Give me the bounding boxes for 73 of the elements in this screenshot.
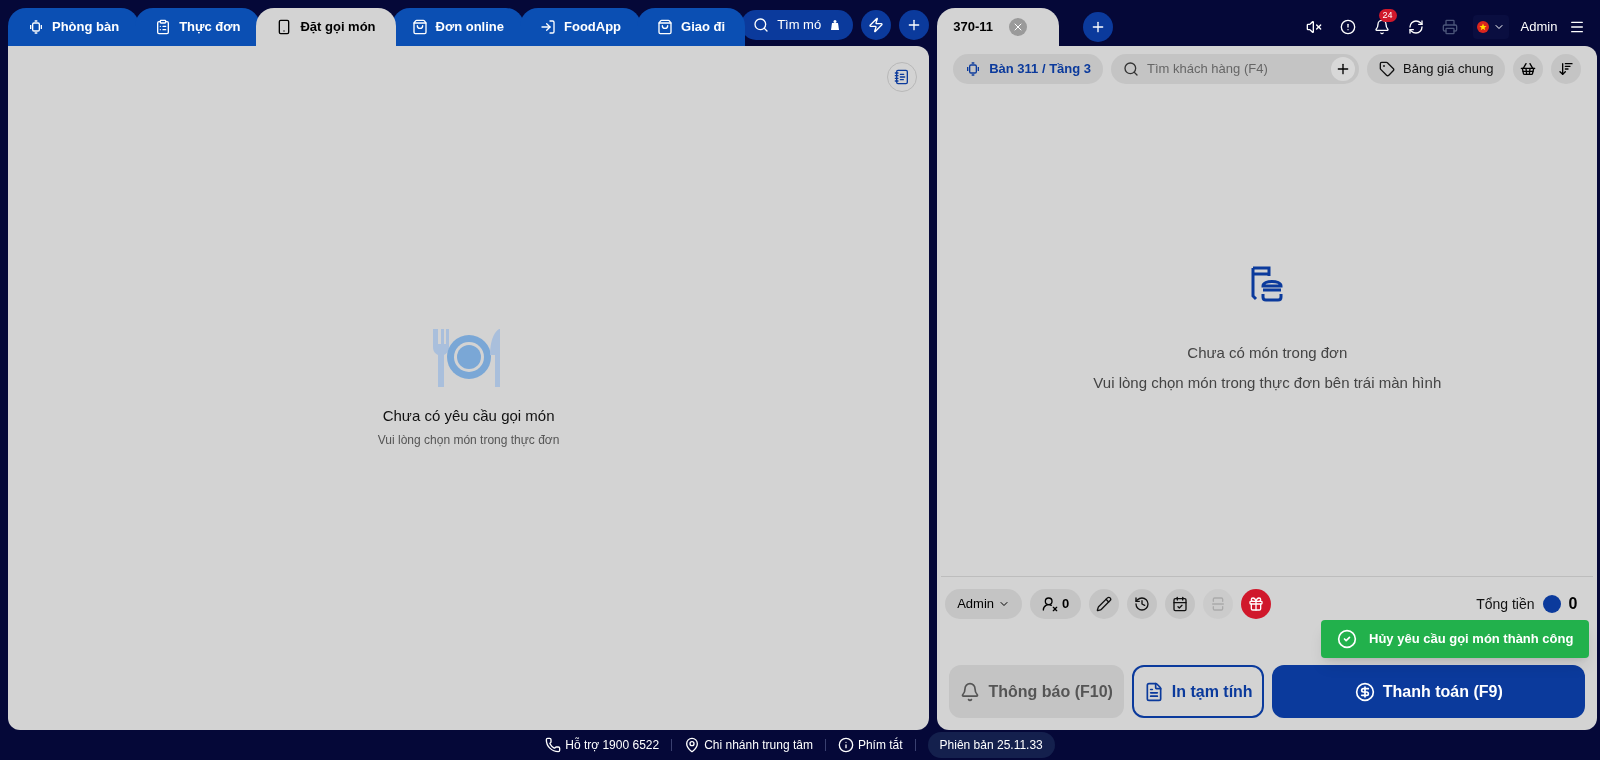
new-order-button[interactable] (1082, 12, 1113, 42)
basket-button[interactable] (1513, 54, 1544, 84)
total-label: Tổng tiền (1476, 594, 1535, 614)
empty-title: Chưa có món trong đơn (1187, 342, 1348, 363)
empty-hint: Vui lòng chọn món trong thực đơn (377, 432, 560, 450)
alert-icon (1339, 19, 1356, 35)
phone-icon (545, 737, 562, 753)
bell-icon (960, 681, 981, 702)
sort-icon (1558, 61, 1575, 77)
mute-icon (1305, 19, 1322, 35)
customer-search-bar[interactable]: Tìm khách hàng (F4) (1111, 54, 1360, 84)
toast-message: Hủy yêu cầu gọi món thành công (1369, 630, 1574, 649)
tool-button[interactable] (1127, 589, 1158, 619)
food-order-icon (1250, 265, 1285, 302)
nav-tab[interactable]: Giao đi (637, 8, 746, 46)
guest-icon (1042, 596, 1059, 612)
footer-link[interactable]: Chi nhánh trung tâm (684, 736, 813, 754)
user-name: Admin (1520, 18, 1558, 37)
tag-icon (1379, 61, 1396, 77)
refresh-icon (1407, 19, 1424, 35)
basket-icon (1520, 61, 1537, 77)
order-tab-label: 370-11 (953, 18, 993, 37)
add-customer-button[interactable] (1331, 57, 1356, 81)
tool-button[interactable] (1241, 589, 1272, 619)
version-label: Phiên bản 25.11.33 (927, 732, 1055, 758)
close-button[interactable] (1008, 18, 1027, 36)
notification-badge: 24 (1378, 9, 1397, 22)
search-icon (753, 17, 770, 33)
dollar-icon (1354, 681, 1375, 702)
printer-icon (1441, 19, 1458, 35)
clipboard-icon (155, 19, 172, 35)
action-button[interactable]: Thanh toán (F9) (1272, 665, 1586, 718)
check-icon (1337, 629, 1357, 649)
pencil-icon (1096, 596, 1113, 612)
tool-button[interactable] (1089, 589, 1120, 619)
price-list-button[interactable]: Bảng giá chung (1367, 54, 1506, 84)
action-button[interactable]: Thông báo (F10) (949, 665, 1125, 718)
bell-icon (1373, 19, 1390, 35)
bag-icon (411, 19, 428, 35)
sort-button[interactable] (1551, 54, 1582, 84)
table-icon (28, 19, 44, 35)
empty-title: Chưa có yêu cầu gọi món (382, 405, 555, 426)
menu-icon[interactable] (1569, 19, 1586, 35)
flag-icon (1476, 21, 1489, 33)
total-value: 0 (1568, 594, 1578, 614)
tool-button[interactable] (1165, 589, 1196, 619)
empty-hint: Vui lòng chọn món trong thực đơn bên trái màn hình (1093, 373, 1442, 393)
search-button[interactable]: Tìm mó (741, 10, 854, 40)
info-icon (837, 737, 854, 753)
nav-tab[interactable]: Đặt gọi món (256, 8, 396, 46)
quick-action-button[interactable] (861, 10, 892, 40)
add-button[interactable] (899, 10, 930, 40)
lightning-icon (868, 17, 885, 33)
table-icon (965, 61, 982, 77)
notebook-icon (894, 69, 911, 85)
history-icon (1134, 596, 1151, 612)
action-button[interactable]: In tạm tính (1132, 665, 1265, 718)
order-tab[interactable]: 370-11 (937, 8, 1059, 46)
search-icon (1123, 61, 1140, 77)
table-chip[interactable]: Bàn 311 / Tầng 3 (953, 54, 1104, 84)
gift-icon (1248, 596, 1265, 612)
calendar-icon (1172, 596, 1189, 612)
staff-dropdown[interactable]: Admin (945, 589, 1023, 619)
bag-icon (657, 19, 674, 35)
language-dropdown[interactable] (1472, 15, 1509, 39)
login-icon (540, 19, 556, 35)
split-icon (1210, 596, 1227, 612)
footer-link[interactable]: Hỗ trợ 1900 6522 (545, 736, 660, 754)
customer-search-field[interactable]: Tìm khách hàng (F4) (1147, 59, 1324, 79)
footer-link[interactable]: Phím tắt (837, 736, 903, 754)
guest-count-button[interactable]: 0 (1030, 589, 1082, 619)
location-icon (684, 737, 701, 753)
scale-icon (829, 19, 842, 31)
